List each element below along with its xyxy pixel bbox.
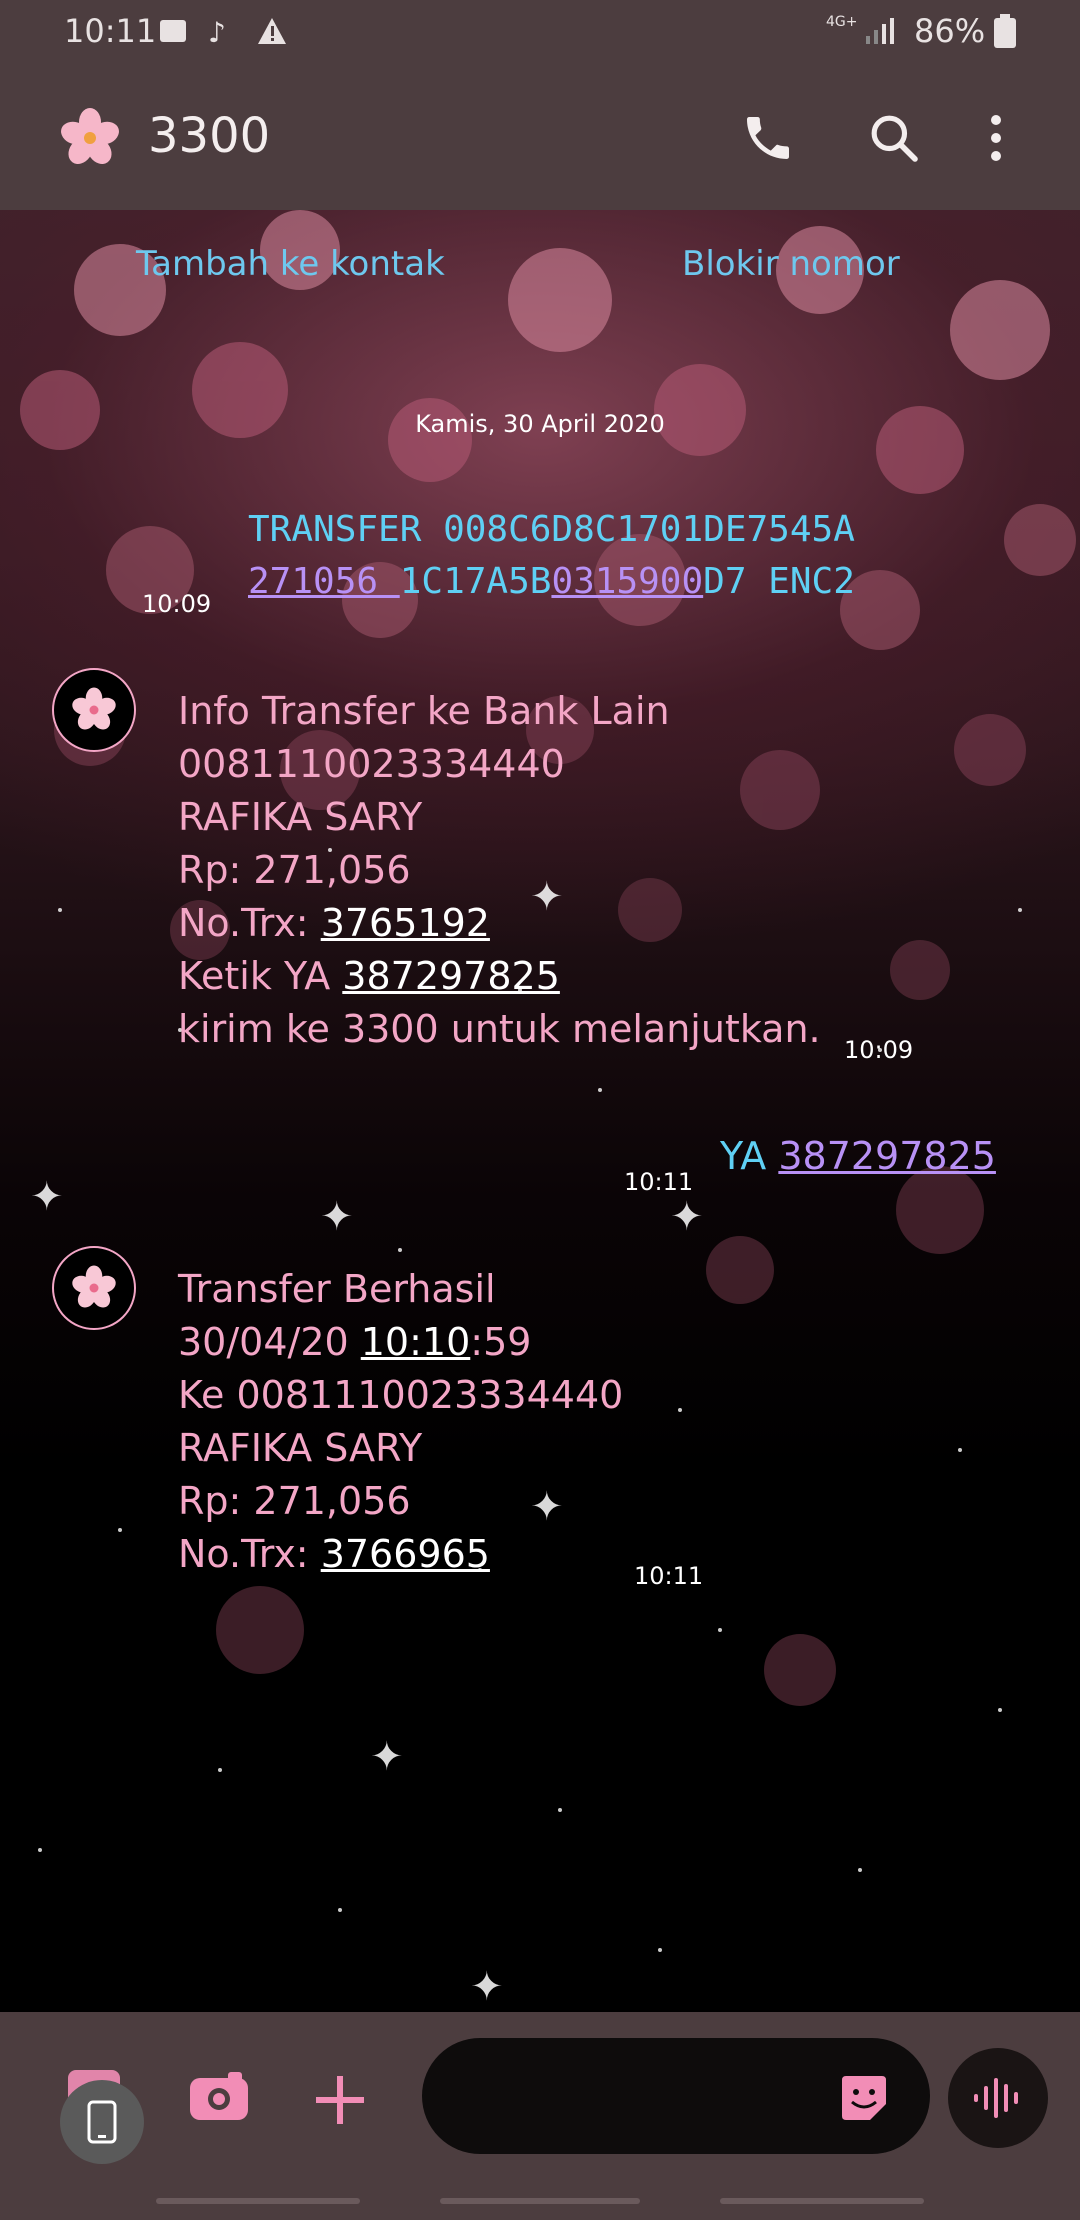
message-line: Rp: 271,056	[178, 848, 411, 892]
nav-hint-left	[156, 2198, 360, 2204]
flower-avatar-icon	[72, 1265, 116, 1308]
trx-number-link[interactable]: 3766965	[321, 1532, 490, 1576]
sent-message-transfer[interactable]: TRANSFER 008C6D8C1701DE7545A 271056 1C17…	[248, 504, 855, 608]
time-link[interactable]: 10:10	[361, 1320, 471, 1364]
trx-number-link[interactable]: 3765192	[321, 901, 490, 945]
nav-hint-right	[720, 2198, 924, 2204]
message-line: Rp: 271,056	[178, 1479, 411, 1523]
linked-number[interactable]: 0315900	[551, 561, 703, 602]
message-line: RAFIKA SARY	[178, 795, 423, 839]
add-to-contacts-link[interactable]: Tambah ke kontak	[136, 244, 445, 284]
battery-percent: 86%	[914, 12, 986, 50]
received-message-transfer-success[interactable]: Transfer Berhasil 30/04/20 10:10:59 Ke 0…	[178, 1263, 623, 1581]
sent-message-confirm[interactable]: YA 387297825	[720, 1134, 996, 1178]
status-time: 10:11	[64, 12, 157, 50]
camera-icon[interactable]	[190, 2072, 248, 2124]
message-line: No.Trx: 3766965	[178, 1528, 623, 1581]
flower-avatar-icon	[72, 687, 116, 730]
device-icon[interactable]	[60, 2080, 144, 2164]
svg-text:✦: ✦	[670, 1194, 704, 1240]
message-line: Transfer Berhasil	[178, 1267, 496, 1311]
svg-text:✦: ✦	[30, 1174, 64, 1220]
svg-text:✦: ✦	[320, 1194, 354, 1240]
nav-hint-center	[440, 2198, 640, 2204]
message-time: 10:11	[634, 1562, 704, 1590]
compose-bar	[0, 2012, 1080, 2220]
message-line: 30/04/20 10:10:59	[178, 1316, 623, 1369]
voice-record-button[interactable]	[948, 2048, 1048, 2148]
message-time: 10:09	[142, 590, 212, 618]
sent-message-line: TRANSFER 008C6D8C1701DE7545A	[248, 509, 855, 550]
svg-text:♪: ♪	[208, 16, 226, 48]
message-fragment: YA	[720, 1134, 779, 1178]
message-fragment: 30/04/20	[178, 1320, 361, 1364]
top-bar: 10:11 ♪ 4G+ 86% 3300	[0, 0, 1080, 210]
message-line: kirim ke 3300 untuk melanjutkan.	[178, 1007, 821, 1051]
network-indicator: 4G+	[826, 14, 858, 30]
trx-label: No.Trx:	[178, 1532, 321, 1576]
more-icon[interactable]	[982, 112, 1010, 168]
code-number-link[interactable]: 387297825	[778, 1134, 996, 1178]
contact-avatar-icon[interactable]	[58, 106, 122, 170]
cherry-blossom-wallpaper: ✦✦✦✦✦✦ ✦	[20, 210, 1076, 2010]
waveform-icon	[974, 2078, 1018, 2118]
battery-icon	[994, 14, 1016, 52]
svg-text:✦: ✦	[370, 1734, 404, 1780]
notification-icons: ♪	[158, 12, 298, 49]
message-fragment: D7 ENC2	[703, 561, 855, 602]
date-header: Kamis, 30 April 2020	[415, 410, 665, 438]
signal-icon	[866, 16, 896, 50]
block-number-link[interactable]: Blokir nomor	[682, 244, 900, 284]
message-time: 10:11	[624, 1168, 694, 1196]
notification-icon-set: ♪	[160, 16, 286, 49]
code-number-link[interactable]: 387297825	[342, 954, 560, 998]
svg-text:✦: ✦	[470, 1964, 504, 2010]
chat-background: ✦ ✦ ✦ ✦ ✦ ✦ ✦	[0, 210, 1080, 2012]
add-attachment-icon[interactable]	[312, 2072, 368, 2132]
message-line: Info Transfer ke Bank Lain	[178, 689, 670, 733]
sticker-icon[interactable]	[838, 2072, 890, 2128]
message-time: 10:09	[844, 1036, 914, 1064]
message-line: 0081110023334440	[178, 742, 565, 786]
sender-avatar[interactable]	[52, 1246, 136, 1330]
ketik-label: Ketik YA	[178, 954, 343, 998]
sent-message-line: 271056 1C17A5B0315900D7 ENC2	[248, 556, 855, 608]
message-line: No.Trx: 3765192	[178, 897, 821, 950]
message-line: Ke 0081110023334440	[178, 1373, 624, 1417]
conversation-title: 3300	[148, 108, 271, 164]
trx-label: No.Trx:	[178, 901, 321, 945]
received-message-transfer-info[interactable]: Info Transfer ke Bank Lain 0081110023334…	[178, 685, 821, 1056]
phone-icon[interactable]	[740, 110, 796, 170]
message-line: RAFIKA SARY	[178, 1426, 423, 1470]
message-line: Ketik YA 387297825	[178, 950, 821, 1003]
message-fragment: :59	[470, 1320, 532, 1364]
message-fragment: 1C17A5B	[399, 561, 552, 602]
linked-number[interactable]: 271056	[248, 561, 400, 602]
search-icon[interactable]	[866, 110, 922, 170]
sender-avatar[interactable]	[52, 668, 136, 752]
